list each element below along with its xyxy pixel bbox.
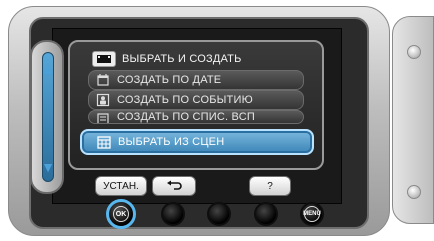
screw-icon	[407, 45, 421, 59]
movie-edit-icon	[92, 51, 116, 67]
ok-button[interactable]: OK	[106, 199, 136, 229]
menu-button[interactable]: MENU	[300, 202, 324, 226]
scenes-icon	[96, 134, 112, 150]
menu-item-create-by-event[interactable]: СОЗДАТЬ ПО СОБЫТИЮ	[88, 90, 304, 110]
hw-button-2[interactable]	[161, 202, 185, 226]
event-person-icon	[95, 92, 111, 108]
menu-item-create-by-date[interactable]: СОЗДАТЬ ПО ДАТЕ	[88, 70, 304, 90]
ok-label: OK	[113, 206, 129, 222]
menu-label: MENU	[303, 206, 321, 222]
menu-item-select-from-scenes[interactable]: ВЫБРАТЬ ИЗ СЦЕН	[80, 129, 314, 155]
return-arrow-icon	[166, 180, 182, 193]
scroll-slider[interactable]: ▲ ▼	[30, 40, 64, 194]
menu-title: ВЫБРАТЬ И СОЗДАТЬ	[92, 49, 312, 69]
camera-hinge	[392, 16, 434, 224]
menu-item-label: СОЗДАТЬ ПО СПИС. ВСП	[117, 111, 255, 123]
scroll-down-icon[interactable]: ▼	[38, 160, 58, 174]
back-button-label[interactable]	[152, 176, 196, 196]
menu-item-label: СОЗДАТЬ ПО СОБЫТИЮ	[117, 94, 253, 106]
menu-item-create-by-list[interactable]: СОЗДАТЬ ПО СПИС. ВСП	[88, 110, 304, 124]
help-button-label[interactable]: ?	[249, 176, 291, 196]
menu-title-label: ВЫБРАТЬ И СОЗДАТЬ	[122, 53, 242, 65]
menu-item-label: ВЫБРАТЬ ИЗ СЦЕН	[118, 136, 225, 148]
scroll-up-icon[interactable]: ▲	[38, 62, 58, 76]
set-button-label[interactable]: УСТАН.	[95, 176, 147, 196]
menu-item-label: СОЗДАТЬ ПО ДАТЕ	[117, 74, 222, 86]
calendar-icon	[95, 72, 111, 88]
hw-button-3[interactable]	[207, 202, 231, 226]
list-icon	[95, 111, 111, 123]
screw-icon	[407, 185, 421, 199]
hw-button-4[interactable]	[254, 202, 278, 226]
camera-body: ▲ ▼ ВЫБРАТЬ И СОЗДАТЬ СОЗДАТЬ ПО ДАТЕ СО…	[0, 0, 434, 241]
